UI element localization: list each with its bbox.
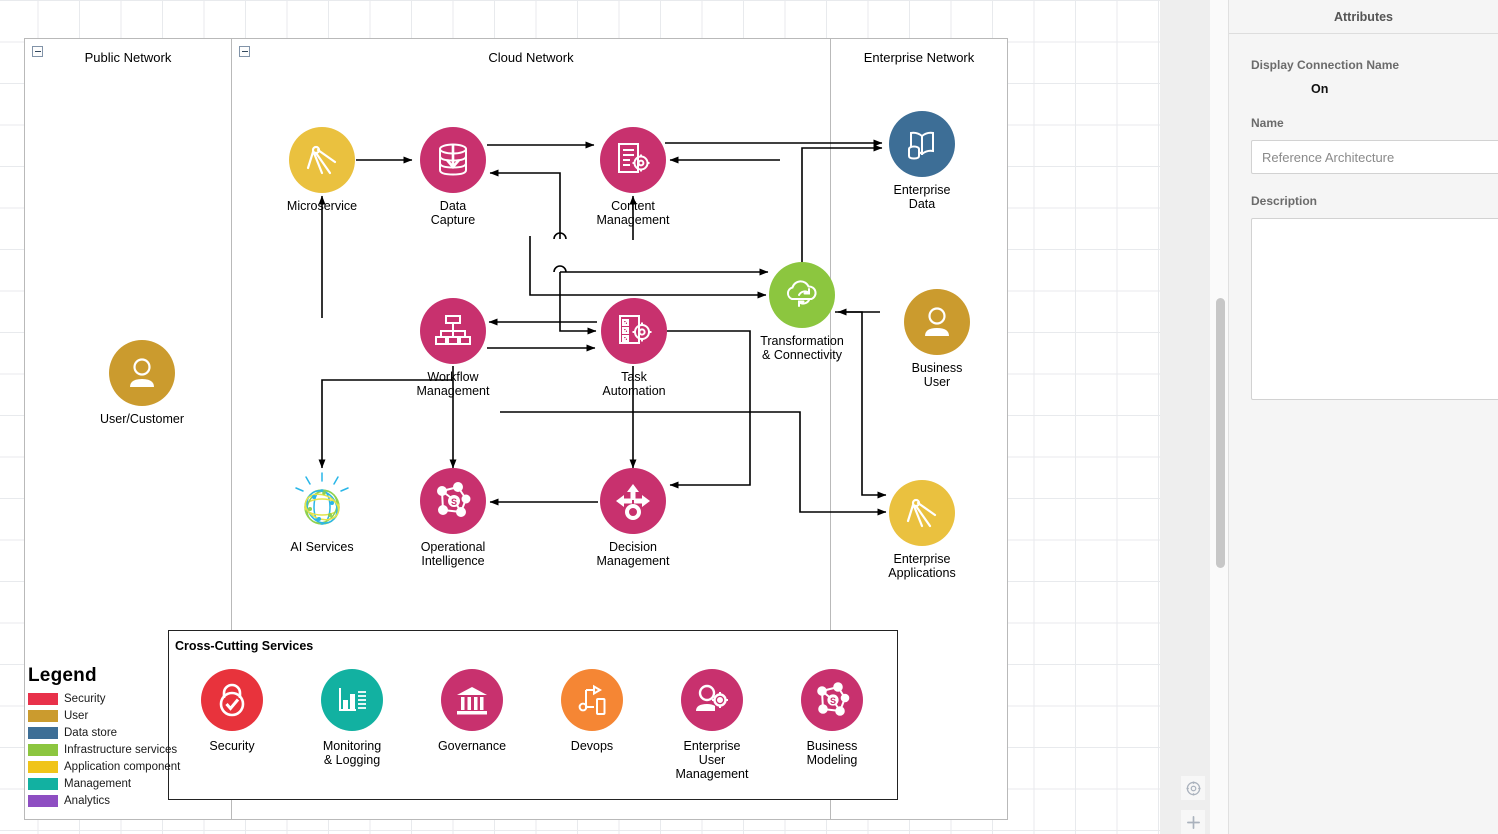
user-gear-icon [681,669,743,731]
node-label: Transformation & Connectivity [760,334,844,362]
zoom-in-button[interactable] [1181,810,1205,834]
legend-swatch [28,744,58,756]
node-label: Workflow Management [416,370,490,398]
cc-item-monitoring[interactable]: Monitoring & Logging [292,669,412,767]
legend-label: Application component [64,761,181,773]
node-decision-management[interactable]: Decision Management [568,468,698,568]
microservice-icon [289,127,355,193]
legend-swatch [28,693,58,705]
node-task-automation[interactable]: Task Automation [569,298,699,398]
legend-row: Analytics [28,793,180,809]
node-label: User/Customer [99,412,185,426]
bank-icon [441,669,503,731]
node-label: AI Services [290,540,354,554]
legend-row: Application component [28,759,180,775]
legend-label: Infrastructure services [64,744,178,756]
navigator-button[interactable] [1181,776,1205,800]
description-textarea[interactable] [1251,218,1498,400]
legend-label: Data store [64,727,118,739]
node-workflow-management[interactable]: Workflow Management [388,298,518,398]
legend: Legend Security User Data store Infrastr… [28,665,180,809]
cross-cutting-services-container[interactable]: Cross-Cutting Services Security Monitori… [168,630,898,800]
navigator-icon [1185,780,1201,796]
task-automation-icon [601,298,667,364]
cloud-sync-icon [769,262,835,328]
vertical-scrollbar-thumb[interactable] [1216,298,1225,568]
name-input[interactable] [1251,140,1498,174]
workflow-icon [420,298,486,364]
legend-label: Analytics [64,795,111,807]
node-label: Data Capture [430,199,476,227]
legend-row: Data store [28,725,180,741]
node-label: Task Automation [602,370,666,398]
legend-swatch [28,778,58,790]
legend-swatch [28,710,58,722]
cc-label: Security [209,739,255,753]
user-icon [109,340,175,406]
legend-label: Management [64,778,132,790]
devops-flow-icon [561,669,623,731]
cross-cutting-title: Cross-Cutting Services [175,639,314,653]
cc-item-business-modeling[interactable]: S Business Modeling [772,669,892,767]
legend-row: User [28,708,180,724]
microservice-icon [889,480,955,546]
display-connection-name-label: Display Connection Name [1251,58,1400,72]
diagram-canvas[interactable]: Public Network Cloud Network Enterprise … [0,0,1160,834]
description-label: Description [1251,194,1318,208]
legend-swatch [28,795,58,807]
node-operational-intelligence[interactable]: S Operational Intelligence [388,468,518,568]
business-modeling-icon: S [801,669,863,731]
node-transformation-connectivity[interactable]: Transformation & Connectivity [737,262,867,362]
cc-label: Enterprise User Management [675,739,749,781]
node-user-customer[interactable]: User/Customer [77,340,207,426]
cc-item-enterprise-user-management[interactable]: Enterprise User Management [652,669,772,781]
name-label: Name [1251,116,1284,130]
node-enterprise-applications[interactable]: Enterprise Applications [857,480,987,580]
decision-icon [600,468,666,534]
node-data-capture[interactable]: Data Capture [388,127,518,227]
operational-intelligence-icon: S [420,468,486,534]
display-connection-name-value[interactable]: On [1311,82,1476,96]
cc-item-devops[interactable]: Devops [532,669,652,753]
node-microservice[interactable]: Microservice [257,127,387,213]
cc-label: Governance [437,739,507,753]
node-label: Business User [911,361,963,389]
plus-icon [1186,815,1200,829]
attributes-panel: Attributes Display Connection Name On Na… [1228,0,1498,834]
legend-swatch [28,727,58,739]
legend-row: Management [28,776,180,792]
node-label: Operational Intelligence [420,540,486,568]
node-label: Enterprise Applications [888,552,956,580]
legend-label: User [64,710,89,722]
cc-label: Devops [570,739,614,753]
legend-title: Legend [28,665,97,686]
user-icon [904,289,970,355]
node-label: Content Management [596,199,670,227]
legend-label: Security [64,693,106,705]
svg-text:S: S [451,497,457,507]
cc-item-governance[interactable]: Governance [412,669,532,753]
legend-row: Security [28,691,180,707]
node-business-user[interactable]: Business User [872,289,1002,389]
ai-globe-icon [289,468,355,534]
node-ai-services[interactable]: AI Services [257,468,387,554]
node-label: Decision Management [596,540,670,568]
node-label: Microservice [286,199,358,213]
svg-text:S: S [830,696,836,706]
lock-check-icon [201,669,263,731]
enterprise-data-icon [889,111,955,177]
node-label: Enterprise Data [893,183,951,211]
legend-swatch [28,761,58,773]
node-enterprise-data[interactable]: Enterprise Data [857,111,987,211]
cc-label: Business Modeling [806,739,858,767]
bar-chart-icon [321,669,383,731]
cc-label: Monitoring & Logging [322,739,382,767]
data-capture-icon [420,127,486,193]
legend-row: Infrastructure services [28,742,180,758]
attributes-panel-header: Attributes [1229,0,1498,34]
panel-title: Attributes [1333,9,1394,24]
node-content-management[interactable]: Content Management [568,127,698,227]
content-management-icon [600,127,666,193]
cc-item-security[interactable]: Security [172,669,292,753]
